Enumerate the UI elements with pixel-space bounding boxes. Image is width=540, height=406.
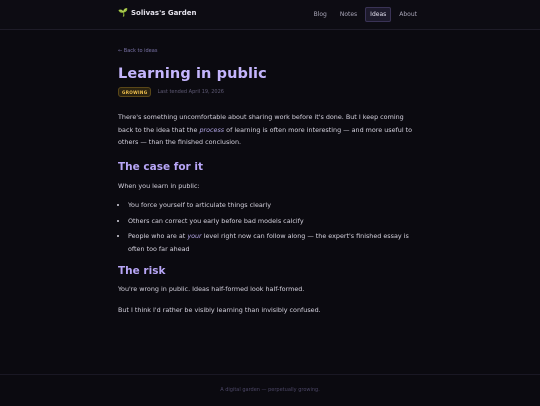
top-nav-bar: 🌱 Solivas's Garden Blog Notes Ideas Abou… bbox=[0, 0, 540, 30]
emphasis-process: process bbox=[199, 125, 225, 134]
nav-link-notes[interactable]: Notes bbox=[335, 7, 362, 22]
benefits-list: You force yourself to articulate things … bbox=[118, 199, 418, 255]
site-brand[interactable]: 🌱 Solivas's Garden bbox=[118, 8, 197, 18]
section-heading-risk: The risk bbox=[118, 265, 166, 277]
section-lead: When you learn in public: bbox=[118, 181, 200, 190]
list-item: Others can correct you early before bad … bbox=[128, 215, 418, 228]
list-item: You force yourself to articulate things … bbox=[128, 199, 418, 212]
article-title: Learning in public bbox=[118, 66, 267, 82]
list-item: People who are at your level right now c… bbox=[128, 230, 418, 255]
growth-status-badge: GROWING bbox=[118, 87, 152, 97]
nav-link-about[interactable]: About bbox=[394, 7, 422, 22]
emphasis-your: your bbox=[187, 232, 202, 240]
footer-tagline: A digital garden — perpetually growing. bbox=[220, 387, 320, 393]
intro-paragraph: There's something uncomfortable about sh… bbox=[118, 113, 413, 146]
site-footer: A digital garden — perpetually growing. bbox=[0, 374, 540, 406]
section-heading-case: The case for it bbox=[118, 160, 203, 173]
back-to-ideas-link[interactable]: ← Back to ideas bbox=[118, 48, 418, 54]
nav-link-blog[interactable]: Blog bbox=[309, 7, 332, 22]
sprout-icon: 🌱 bbox=[118, 8, 128, 17]
closing-paragraph: But I think I'd rather be visibly learni… bbox=[118, 305, 321, 314]
article-meta: GROWING Last tended April 19, 2026 bbox=[118, 87, 418, 97]
last-tended-date: Last tended April 19, 2026 bbox=[157, 89, 224, 95]
article: ← Back to ideas Learning in public GROWI… bbox=[118, 48, 418, 316]
nav-link-ideas[interactable]: Ideas bbox=[365, 7, 392, 22]
site-name: Solivas's Garden bbox=[130, 9, 197, 17]
main-nav: Blog Notes Ideas About bbox=[309, 7, 422, 22]
risk-paragraph: You're wrong in public. Ideas half-forme… bbox=[118, 285, 305, 293]
